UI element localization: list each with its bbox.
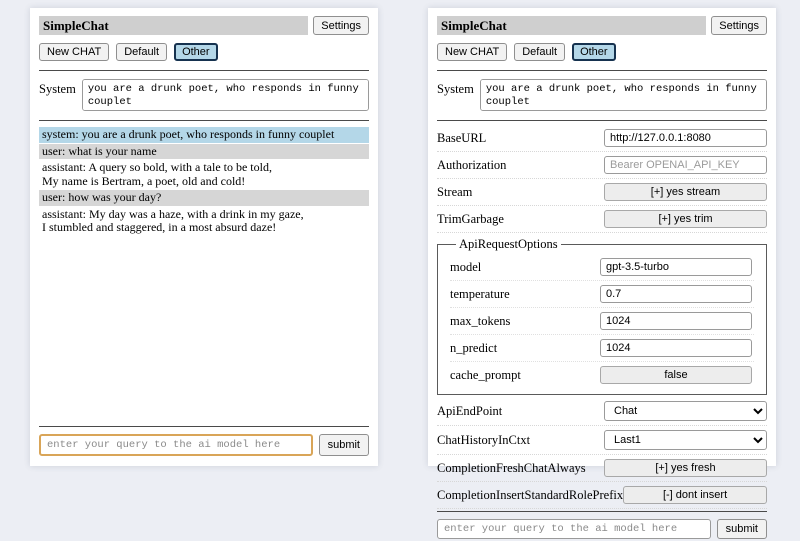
fieldset-legend: ApiRequestOptions [456,237,561,252]
setting-label: TrimGarbage [437,212,504,227]
chat-panel: SimpleChat Settings New CHAT Default Oth… [30,8,378,466]
chat-history-select[interactable]: Last1 [604,430,767,450]
system-label: System [437,79,474,97]
setting-label: BaseURL [437,131,486,146]
title-bar: SimpleChat Settings [437,16,767,35]
settings-button[interactable]: Settings [711,16,767,35]
trimgarbage-toggle-button[interactable]: [+] yes trim [604,210,767,228]
api-endpoint-select[interactable]: Chat [604,401,767,421]
setting-cache-prompt: cache_prompt false [450,362,754,388]
setting-label: ChatHistoryInCtxt [437,433,530,448]
tab-other[interactable]: Other [572,43,616,61]
settings-form: BaseURL Authorization Stream [+] yes str… [437,125,767,509]
tab-other[interactable]: Other [174,43,218,61]
authorization-input[interactable] [604,156,767,174]
setting-completion-insert: CompletionInsertStandardRolePrefix [-] d… [437,482,767,509]
setting-trimgarbage: TrimGarbage [+] yes trim [437,206,767,233]
n-predict-input[interactable] [600,339,752,357]
setting-label: ApiEndPoint [437,404,502,419]
title-bar: SimpleChat Settings [39,16,369,35]
setting-stream: Stream [+] yes stream [437,179,767,206]
query-row: submit [39,429,369,458]
submit-button[interactable]: submit [717,519,767,539]
settings-panel: SimpleChat Settings New CHAT Default Oth… [428,8,776,466]
setting-label: cache_prompt [450,368,521,383]
session-tabs: New CHAT Default Other [39,43,369,61]
setting-baseurl: BaseURL [437,125,767,152]
app-title: SimpleChat [437,16,706,35]
baseurl-input[interactable] [604,129,767,147]
setting-n-predict: n_predict [450,335,754,362]
tab-default[interactable]: Default [514,43,565,61]
message-system: system: you are a drunk poet, who respon… [39,127,369,143]
system-label: System [39,79,76,97]
completion-fresh-toggle-button[interactable]: [+] yes fresh [604,459,767,477]
temperature-input[interactable] [600,285,752,303]
setting-label: temperature [450,287,510,302]
api-request-options-fieldset: ApiRequestOptions model temperature max_… [437,237,767,395]
system-prompt-row: System you are a drunk poet, who respond… [39,73,369,118]
setting-label: Authorization [437,158,506,173]
divider [39,120,369,121]
tab-default[interactable]: Default [116,43,167,61]
message-assistant: assistant: My day was a haze, with a dri… [39,207,369,236]
settings-button[interactable]: Settings [313,16,369,35]
tab-new-chat[interactable]: New CHAT [437,43,507,61]
setting-chat-history-in-ctxt: ChatHistoryInCtxt Last1 [437,426,767,455]
setting-label: CompletionInsertStandardRolePrefix [437,488,623,503]
setting-model: model [450,254,754,281]
query-input[interactable] [437,519,711,539]
cache-prompt-toggle-button[interactable]: false [600,366,752,384]
max-tokens-input[interactable] [600,312,752,330]
query-row: submit [437,514,767,541]
tab-new-chat[interactable]: New CHAT [39,43,109,61]
setting-completion-fresh: CompletionFreshChatAlways [+] yes fresh [437,455,767,482]
message-user: user: what is your name [39,144,369,160]
message-assistant: assistant: A query so bold, with a tale … [39,160,369,189]
divider [437,511,767,512]
divider [437,70,767,71]
setting-max-tokens: max_tokens [450,308,754,335]
chat-messages: system: you are a drunk poet, who respon… [39,127,369,237]
message-user: user: how was your day? [39,190,369,206]
query-input[interactable] [39,434,313,456]
model-input[interactable] [600,258,752,276]
spacer [39,237,369,425]
divider [39,426,369,427]
divider [39,70,369,71]
divider [437,120,767,121]
setting-authorization: Authorization [437,152,767,179]
session-tabs: New CHAT Default Other [437,43,767,61]
screenshot-stage: SimpleChat Settings New CHAT Default Oth… [0,0,800,480]
completion-insert-toggle-button[interactable]: [-] dont insert [623,486,767,504]
system-prompt-input[interactable]: you are a drunk poet, who responds in fu… [480,79,767,111]
stream-toggle-button[interactable]: [+] yes stream [604,183,767,201]
submit-button[interactable]: submit [319,434,369,456]
system-prompt-input[interactable]: you are a drunk poet, who responds in fu… [82,79,369,111]
setting-label: model [450,260,481,275]
setting-temperature: temperature [450,281,754,308]
system-prompt-row: System you are a drunk poet, who respond… [437,73,767,118]
setting-label: max_tokens [450,314,510,329]
setting-api-endpoint: ApiEndPoint Chat [437,397,767,426]
setting-label: Stream [437,185,472,200]
setting-label: CompletionFreshChatAlways [437,461,586,476]
setting-label: n_predict [450,341,497,356]
app-title: SimpleChat [39,16,308,35]
